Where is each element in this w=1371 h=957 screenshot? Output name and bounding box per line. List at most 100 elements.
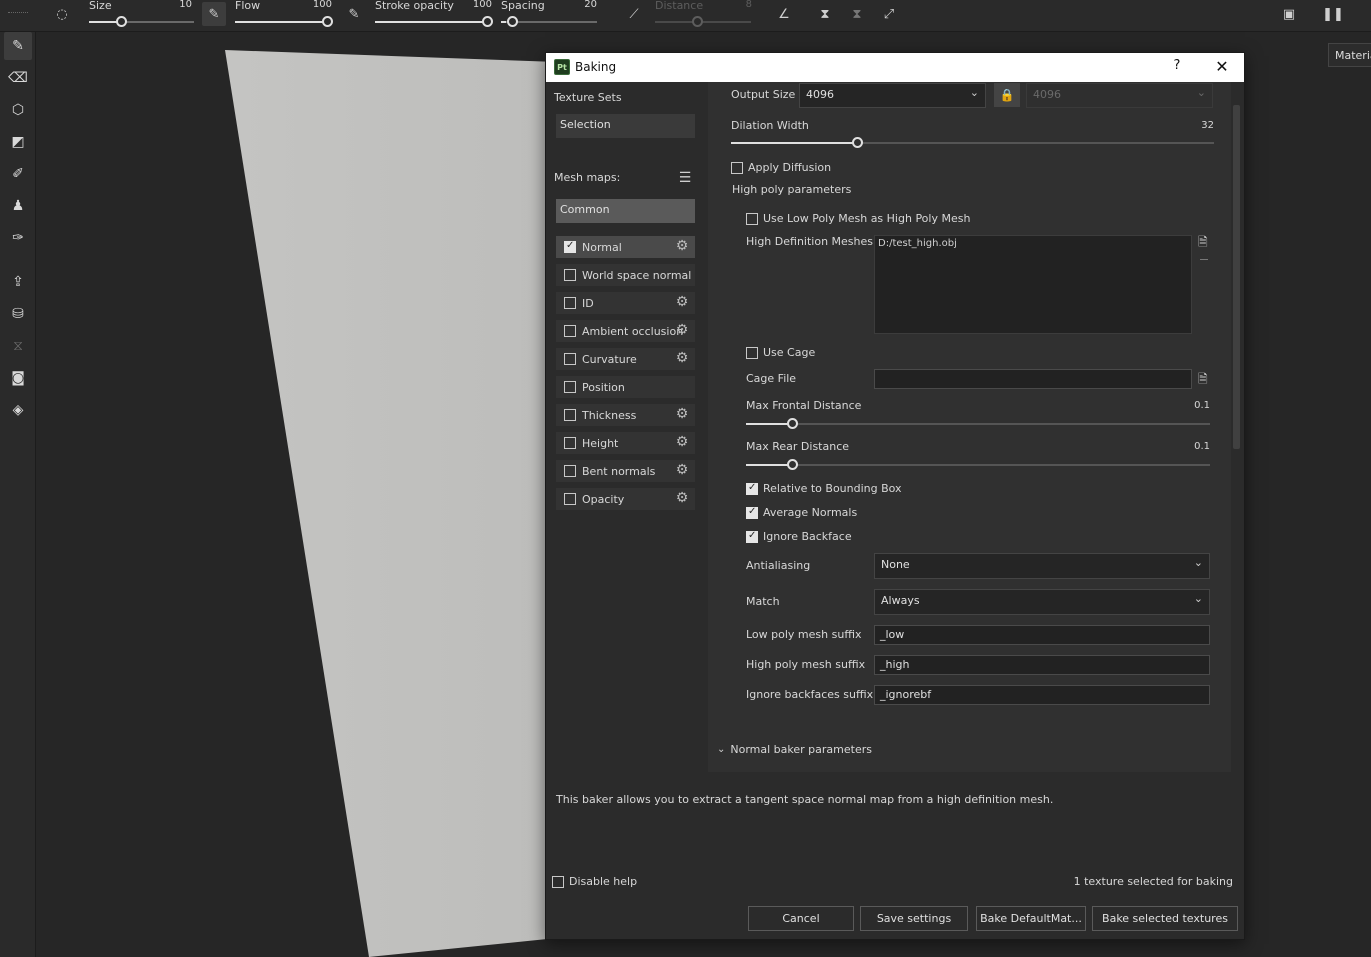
color-picker-icon[interactable]: ✑	[4, 224, 32, 252]
polygon-fill-icon[interactable]: ◩	[4, 128, 32, 156]
cage-file-field[interactable]	[874, 369, 1192, 389]
mesh-map-item[interactable]: Ambient occlusion ⚙	[556, 320, 695, 342]
remove-mesh-icon[interactable]	[1200, 259, 1208, 260]
mesh-map-item[interactable]: Curvature ⚙	[556, 348, 695, 370]
spacing-slider-knob[interactable]	[506, 16, 518, 27]
output-size-dropdown[interactable]: 4096 ⌄	[799, 83, 986, 108]
brush-shape-icon[interactable]: ◌	[50, 2, 74, 26]
bake-icon[interactable]: ⛁	[4, 300, 32, 328]
display-settings-icon[interactable]: ⧖	[4, 332, 32, 360]
pause-icon[interactable]: ❚❚	[1321, 2, 1345, 26]
relative-bbox-checkbox[interactable]: Relative to Bounding Box	[746, 482, 902, 495]
use-cage-checkbox[interactable]: Use Cage	[746, 346, 815, 359]
dilation-width-knob[interactable]	[851, 137, 863, 148]
apply-diffusion-checkbox[interactable]: Apply Diffusion	[731, 161, 831, 174]
gear-icon[interactable]: ⚙	[674, 434, 690, 450]
high-definition-meshes-list[interactable]: D:/test_high.obj	[874, 235, 1192, 334]
max-frontal-distance-slider[interactable]	[746, 423, 1210, 425]
mesh-map-item[interactable]: Opacity ⚙	[556, 488, 695, 510]
file-icon[interactable]: 🗎	[1198, 372, 1210, 386]
projection-icon[interactable]: ⬡	[4, 96, 32, 124]
screenshot-icon[interactable]: ◙	[4, 364, 32, 392]
mesh-map-item[interactable]: Position	[556, 376, 695, 398]
help-button[interactable]: ?	[1166, 58, 1188, 78]
spacing-value[interactable]: 20	[565, 0, 597, 10]
stroke-opacity-value[interactable]: 100	[460, 0, 492, 10]
bake-default-material-button[interactable]: Bake DefaultMat...	[976, 906, 1086, 931]
low-poly-suffix-field[interactable]: _low	[874, 625, 1210, 645]
gear-icon[interactable]: ⚙	[674, 462, 690, 478]
dilation-width-slider[interactable]	[731, 142, 1214, 144]
gear-icon[interactable]: ⚙	[674, 406, 690, 422]
mesh-map-item[interactable]: Normal ⚙	[556, 236, 695, 258]
average-normals-box[interactable]	[746, 506, 758, 519]
gear-icon[interactable]: ⚙	[674, 294, 690, 310]
flow-slider-knob[interactable]	[322, 16, 333, 27]
close-icon[interactable]: ✕	[1211, 57, 1233, 77]
export-icon[interactable]: ⇪	[4, 268, 32, 296]
lazy-mouse-icon[interactable]: ⟋	[622, 2, 646, 26]
lock-icon[interactable]: 🔒	[994, 83, 1020, 107]
symmetry-icon[interactable]: ⧗	[813, 2, 837, 26]
apply-diffusion-box[interactable]	[731, 161, 743, 174]
mesh-map-checkbox[interactable]	[564, 297, 576, 309]
clone-stamp-icon[interactable]: ♟	[4, 192, 32, 220]
gear-icon[interactable]: ⚙	[674, 322, 690, 338]
gear-icon[interactable]: ⚙	[674, 238, 690, 254]
mesh-map-item[interactable]: ID ⚙	[556, 292, 695, 314]
antialiasing-dropdown[interactable]: None ⌄	[874, 553, 1210, 579]
max-rear-distance-slider[interactable]	[746, 464, 1210, 466]
stroke-opacity-slider-knob[interactable]	[482, 16, 493, 27]
stroke-opacity-slider[interactable]	[375, 21, 487, 23]
material-button[interactable]: Materia	[1328, 43, 1371, 67]
max-rear-distance-value[interactable]: 0.1	[1162, 441, 1210, 452]
ignore-backfaces-suffix-field[interactable]: _ignorebf	[874, 685, 1210, 705]
bake-selected-textures-button[interactable]: Bake selected textures	[1092, 906, 1238, 931]
mesh-map-checkbox[interactable]	[564, 465, 576, 477]
size-value[interactable]: 10	[160, 0, 192, 10]
file-icon[interactable]: 🗎	[1198, 235, 1210, 249]
relative-bbox-box[interactable]	[746, 482, 758, 495]
save-settings-button[interactable]: Save settings	[860, 906, 968, 931]
mesh-map-item[interactable]: Height ⚙	[556, 432, 695, 454]
eraser-icon[interactable]: ⌫	[4, 64, 32, 92]
average-normals-checkbox[interactable]: Average Normals	[746, 506, 857, 519]
mesh-map-checkbox[interactable]	[564, 325, 576, 337]
gear-icon[interactable]: ⚙	[674, 350, 690, 366]
size-slider-knob[interactable]	[115, 16, 127, 27]
texture-set-icon[interactable]: ◈	[4, 396, 32, 424]
disable-help-box[interactable]	[552, 875, 564, 888]
paint-brush-icon[interactable]: ✎	[4, 32, 32, 60]
mesh-map-checkbox[interactable]	[564, 437, 576, 449]
mesh-map-checkbox[interactable]	[564, 381, 576, 393]
gear-icon[interactable]: ⚙	[674, 490, 690, 506]
ignore-backface-checkbox[interactable]: Ignore Backface	[746, 530, 852, 543]
angle-icon[interactable]: ∠	[772, 2, 796, 26]
selection-dropdown[interactable]: Selection	[556, 114, 695, 138]
use-low-poly-checkbox[interactable]: Use Low Poly Mesh as High Poly Mesh	[746, 212, 970, 225]
match-dropdown[interactable]: Always ⌄	[874, 589, 1210, 615]
mesh-map-checkbox[interactable]	[564, 269, 576, 281]
cancel-button[interactable]: Cancel	[748, 906, 854, 931]
normal-baker-parameters-toggle[interactable]: ⌄ Normal baker parameters	[717, 743, 872, 756]
high-poly-suffix-field[interactable]: _high	[874, 655, 1210, 675]
mesh-maps-menu-icon[interactable]: ☰	[674, 168, 696, 188]
disable-help-checkbox[interactable]: Disable help	[552, 875, 637, 888]
dialog-titlebar[interactable]: Pt Baking ? ✕	[546, 53, 1244, 82]
mesh-map-item[interactable]: World space normal	[556, 264, 695, 286]
smudge-icon[interactable]: ✐	[4, 160, 32, 188]
mesh-map-checkbox[interactable]	[564, 493, 576, 505]
flow-brush-icon[interactable]: ✎	[202, 2, 226, 26]
stroke-brush-icon[interactable]: ✎	[342, 2, 366, 26]
mesh-map-checkbox[interactable]	[564, 353, 576, 365]
size-slider[interactable]	[89, 21, 194, 23]
dilation-width-value[interactable]: 32	[1166, 120, 1214, 131]
transform-icon[interactable]: ⤢	[877, 2, 901, 26]
flow-slider[interactable]	[235, 21, 327, 23]
ignore-backface-box[interactable]	[746, 530, 758, 543]
use-cage-box[interactable]	[746, 346, 758, 359]
use-low-poly-box[interactable]	[746, 212, 758, 225]
mesh-map-item[interactable]: Thickness ⚙	[556, 404, 695, 426]
common-tab[interactable]: Common	[556, 199, 695, 223]
mesh-map-item[interactable]: Bent normals ⚙	[556, 460, 695, 482]
